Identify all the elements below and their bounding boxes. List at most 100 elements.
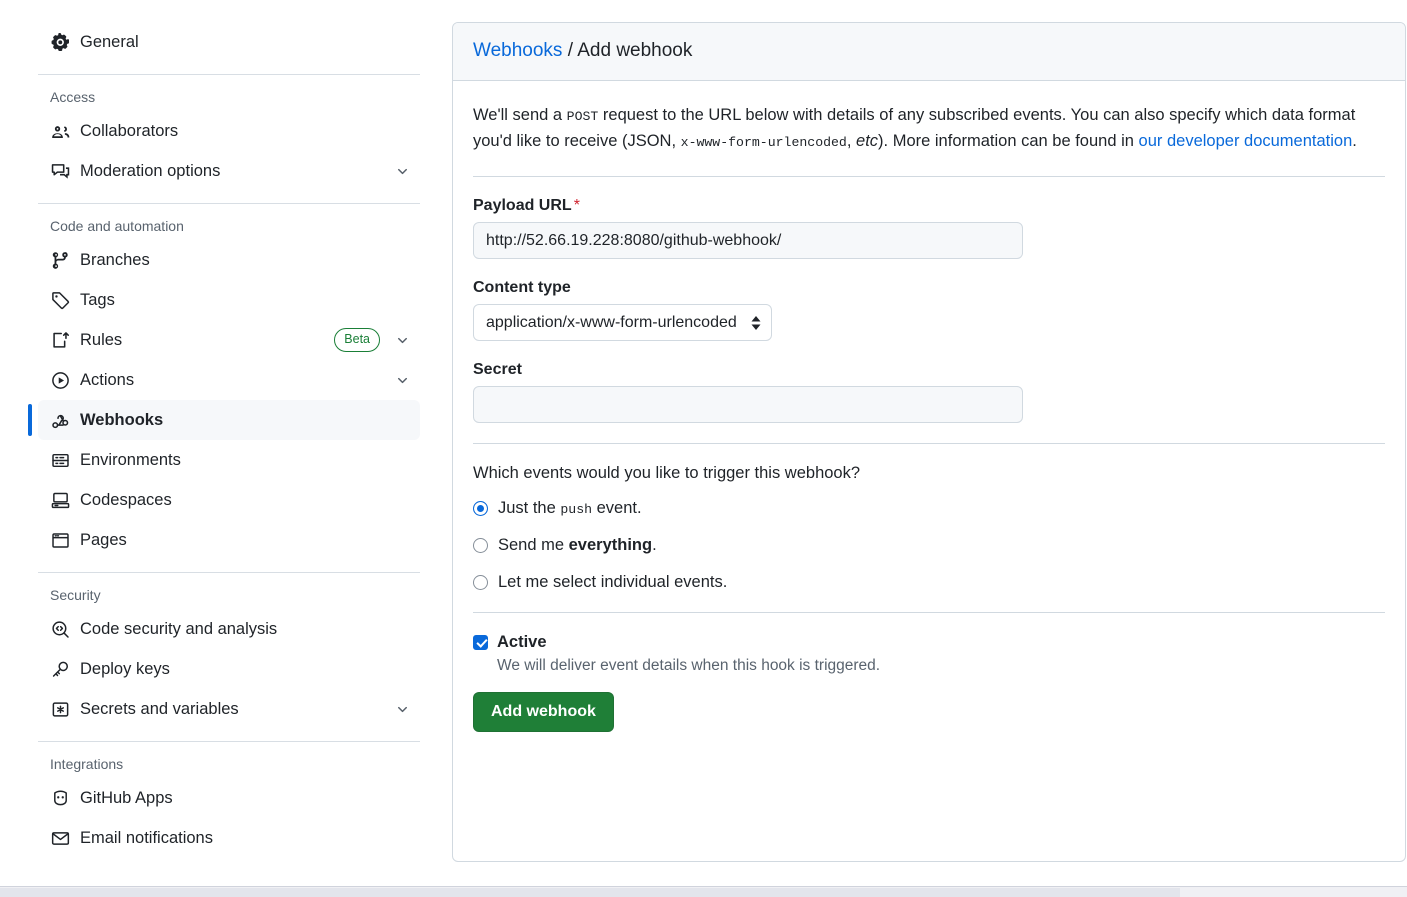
divider-active xyxy=(473,612,1385,614)
event-radio-individual[interactable] xyxy=(473,575,488,591)
intro-italic-etc: etc xyxy=(856,131,879,150)
sidebar-item-environments[interactable]: Environments xyxy=(38,440,420,480)
sidebar-item-label: Secrets and variables xyxy=(80,699,239,718)
sidebar-group-list: GitHub Apps Email notifications xyxy=(0,778,440,858)
chevron-down-icon[interactable] xyxy=(394,372,410,388)
sidebar-item-label: Branches xyxy=(80,250,150,269)
sidebar-item-collaborators[interactable]: Collaborators xyxy=(38,111,420,151)
sidebar-item-label: Email notifications xyxy=(80,828,213,847)
developer-documentation-link[interactable]: our developer documentation xyxy=(1139,132,1353,150)
sidebar-item-pages[interactable]: Pages xyxy=(38,520,420,560)
play-icon xyxy=(50,370,70,390)
sidebar-item-email-notifications[interactable]: Email notifications xyxy=(38,818,420,858)
asterisk-key-icon xyxy=(50,699,70,719)
intro-text-3: , xyxy=(846,131,857,150)
server-icon xyxy=(50,450,70,470)
sidebar-item-actions[interactable]: Actions xyxy=(38,360,420,400)
payload-url-label: Payload URL * xyxy=(473,197,1385,215)
code-scan-icon xyxy=(50,619,70,639)
divider-top xyxy=(473,176,1385,178)
event-option-just-push[interactable]: Just the push event. xyxy=(473,499,1385,518)
rules-icon xyxy=(50,330,70,350)
panel-header: Webhooks / Add webhook xyxy=(453,23,1405,81)
sidebar-section-title: Integrations xyxy=(50,756,124,772)
chevron-down-icon[interactable] xyxy=(394,163,410,179)
chevron-down-icon[interactable] xyxy=(394,701,410,717)
sidebar-item-codespaces[interactable]: Codespaces xyxy=(38,480,420,520)
active-checkbox-row[interactable]: Active xyxy=(473,633,1385,652)
comment-discussion-icon xyxy=(50,161,70,181)
event-radio-label-individual[interactable]: Let me select individual events. xyxy=(498,573,727,592)
sidebar-item-rules[interactable]: Rules Beta xyxy=(38,320,420,360)
sidebar-item-tags[interactable]: Tags xyxy=(38,280,420,320)
content-type-field: Content type application/x-www-form-urle… xyxy=(473,279,1385,342)
secret-label: Secret xyxy=(473,361,522,379)
payload-url-input[interactable] xyxy=(473,222,1023,260)
sidebar-item-secrets-and-variables[interactable]: Secrets and variables xyxy=(38,689,420,729)
people-icon xyxy=(50,121,70,141)
intro-code-post: POST xyxy=(566,108,599,124)
event-radio-group: Just the push event. Send me everything. L… xyxy=(473,499,1385,592)
settings-sidebar: General Access Collaborators Moderation opt… xyxy=(0,0,440,897)
sidebar-item-general[interactable]: General xyxy=(38,22,420,62)
event-radio-label-just-push[interactable]: Just the push event. xyxy=(498,499,642,518)
sidebar-item-github-apps[interactable]: GitHub Apps xyxy=(38,778,420,818)
active-checkbox[interactable] xyxy=(473,635,488,651)
active-label[interactable]: Active xyxy=(497,633,547,652)
sidebar-item-code-security-and-analysis[interactable]: Code security and analysis xyxy=(38,609,420,649)
panel-body: We'll send a POST request to the URL bel… xyxy=(453,81,1405,753)
codespaces-icon xyxy=(50,490,70,510)
sidebar-section-title: Security xyxy=(50,587,101,603)
event-label-bold: everything xyxy=(568,536,653,555)
sidebar-item-label: Code security and analysis xyxy=(80,619,278,638)
sidebar-item-label: GitHub Apps xyxy=(80,788,173,807)
sidebar-item-moderation-options[interactable]: Moderation options xyxy=(38,151,420,191)
intro-text-1: We'll send a xyxy=(473,105,567,124)
chevron-down-icon[interactable] xyxy=(394,332,410,348)
secret-field: Secret xyxy=(473,361,1385,424)
event-label-prefix: Let me select individual events. xyxy=(498,573,728,592)
active-hint: We will deliver event details when this … xyxy=(497,657,881,675)
key-icon xyxy=(50,659,70,679)
intro-text-5: . xyxy=(1352,131,1357,150)
git-branch-icon xyxy=(50,250,70,270)
sidebar-item-webhooks[interactable]: Webhooks xyxy=(28,400,420,440)
intro-code-urlencoded: x-www-form-urlencoded xyxy=(680,134,847,150)
sidebar-group-list: Collaborators Moderation options xyxy=(0,111,440,191)
event-label-code: push xyxy=(560,502,593,518)
event-radio-everything[interactable] xyxy=(473,538,488,554)
breadcrumb-webhooks-link[interactable]: Webhooks xyxy=(473,40,562,61)
event-option-individual[interactable]: Let me select individual events. xyxy=(473,573,1385,592)
sidebar-item-branches[interactable]: Branches xyxy=(38,240,420,280)
sidebar-item-deploy-keys[interactable]: Deploy keys xyxy=(38,649,420,689)
add-webhook-button[interactable]: Add webhook xyxy=(473,692,614,733)
secret-input[interactable] xyxy=(473,386,1023,424)
content-type-select-wrapper[interactable]: application/x-www-form-urlencodedapplica… xyxy=(473,304,772,342)
sidebar-item-label: General xyxy=(80,32,139,51)
sidebar-group-list: General xyxy=(0,22,440,62)
sidebar-item-label: Deploy keys xyxy=(80,659,170,678)
sidebar-section-title: Access xyxy=(50,89,96,105)
event-radio-label-everything[interactable]: Send me everything. xyxy=(498,536,657,555)
sidebar-item-label: Moderation options xyxy=(80,161,221,180)
sidebar-item-label: Tags xyxy=(80,290,115,309)
event-radio-just-push[interactable] xyxy=(473,501,488,517)
sidebar-divider xyxy=(38,74,420,75)
sidebar-group-list: Branches Tags Rules Beta Actions Webhooks Envi… xyxy=(0,240,440,560)
sidebar-top-spacer xyxy=(0,0,440,22)
breadcrumb-current: Add webhook xyxy=(577,40,693,61)
event-label-suffix: event. xyxy=(592,499,642,518)
event-option-everything[interactable]: Send me everything. xyxy=(473,536,1385,555)
apps-icon xyxy=(50,788,70,808)
sidebar-item-label: Webhooks xyxy=(80,410,164,429)
sidebar-divider xyxy=(38,572,420,573)
sidebar-item-label: Rules xyxy=(80,330,123,349)
main-content: Webhooks / Add webhook We'll send a POST… xyxy=(440,0,1407,897)
horizontal-scrollbar-thumb[interactable] xyxy=(0,888,1180,897)
sidebar-item-label: Collaborators xyxy=(80,121,179,140)
sidebar-item-label: Codespaces xyxy=(80,490,172,509)
event-label-suffix: . xyxy=(652,536,657,555)
content-type-select[interactable]: application/x-www-form-urlencodedapplica… xyxy=(473,304,772,342)
sidebar-group-list: Code security and analysis Deploy keys Sec… xyxy=(0,609,440,729)
horizontal-scrollbar[interactable] xyxy=(0,886,1407,897)
